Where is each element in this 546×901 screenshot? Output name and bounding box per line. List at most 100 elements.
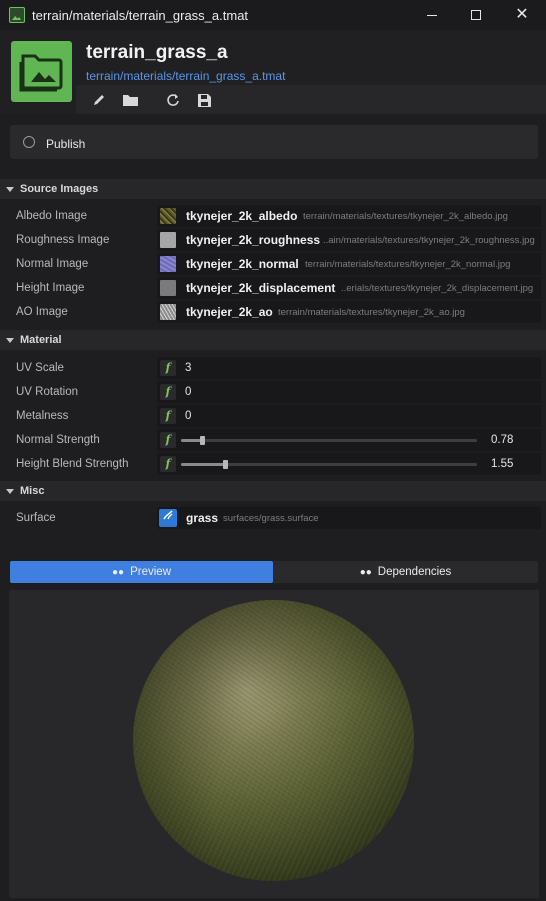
caret-down-icon: [6, 488, 14, 494]
height-blend-field: f 1.55: [157, 453, 541, 475]
prop-label: AO Image: [16, 306, 68, 318]
float-type-badge: f: [160, 360, 176, 376]
texture-path: ..ain/materials/textures/tkynejer_2k_rou…: [323, 235, 535, 246]
caret-down-icon: [6, 337, 14, 343]
section-title: Misc: [20, 485, 45, 497]
texture-thumbnail: [160, 280, 176, 296]
prop-label: UV Rotation: [16, 386, 79, 398]
float-type-badge: f: [160, 384, 176, 400]
texture-path: terrain/materials/textures/tkynejer_2k_n…: [305, 259, 511, 270]
section-source-images[interactable]: Source Images: [0, 179, 546, 199]
roughness-row: Roughness Image tkynejer_2k_roughness ..…: [0, 228, 546, 252]
texture-thumbnail: [160, 232, 176, 248]
texture-name: tkynejer_2k_albedo: [186, 209, 298, 223]
surface-row: Surface grass surfaces/grass.surface: [0, 506, 546, 530]
close-button[interactable]: ✕: [499, 0, 545, 30]
material-preview-viewport[interactable]: [9, 590, 539, 898]
publish-toggle[interactable]: Publish: [10, 125, 538, 159]
reload-icon: [167, 94, 179, 106]
prop-label: Height Image: [16, 282, 85, 294]
close-icon: ✕: [515, 6, 529, 23]
save-button[interactable]: [195, 91, 213, 109]
prop-label: Albedo Image: [16, 210, 87, 222]
minimize-icon: [427, 14, 437, 16]
float-type-badge: f: [160, 456, 176, 472]
number-value: 3: [185, 362, 192, 374]
edit-button[interactable]: [90, 91, 108, 109]
surface-path: surfaces/grass.surface: [223, 513, 319, 524]
prop-label: Roughness Image: [16, 234, 110, 246]
metalness-row: Metalness f 0: [0, 404, 546, 428]
material-preview-sphere: [133, 600, 414, 881]
asset-header: terrain_grass_a terrain/materials/terrai…: [0, 30, 546, 114]
slider-handle[interactable]: [223, 460, 228, 469]
height-row: Height Image tkynejer_2k_displacement ..…: [0, 276, 546, 300]
pencil-icon: [94, 95, 104, 105]
height-texture-field[interactable]: tkynejer_2k_displacement ..erials/textur…: [157, 277, 541, 299]
albedo-texture-field[interactable]: tkynejer_2k_albedo terrain/materials/tex…: [157, 205, 541, 227]
caret-down-icon: [6, 186, 14, 192]
texture-name: tkynejer_2k_displacement: [186, 281, 336, 295]
asset-toolbar: [76, 85, 546, 114]
asset-path-link[interactable]: terrain/materials/terrain_grass_a.tmat: [86, 69, 285, 83]
uv-scale-row: UV Scale f 3: [0, 356, 546, 380]
prop-label: Height Blend Strength: [16, 458, 129, 470]
open-folder-button[interactable]: [121, 91, 139, 109]
section-title: Source Images: [20, 183, 99, 195]
uv-rotation-field[interactable]: f 0: [157, 381, 541, 403]
normal-strength-field: f 0.78: [157, 429, 541, 451]
metalness-field[interactable]: f 0: [157, 405, 541, 427]
prop-label: Normal Image: [16, 258, 89, 270]
publish-radio[interactable]: [23, 136, 35, 148]
maximize-button[interactable]: [453, 0, 499, 30]
ao-texture-field[interactable]: tkynejer_2k_ao terrain/materials/texture…: [157, 301, 541, 323]
surface-icon: [159, 509, 177, 527]
prop-label: Surface: [16, 512, 56, 524]
surface-name: grass: [186, 511, 219, 525]
image-folder-icon: [11, 41, 72, 102]
section-material[interactable]: Material: [0, 330, 546, 350]
height-blend-row: Height Blend Strength f 1.55: [0, 452, 546, 476]
tab-preview[interactable]: ●● Preview: [10, 561, 273, 583]
texture-name: tkynejer_2k_roughness: [186, 233, 321, 247]
tab-label: Preview: [130, 566, 171, 578]
normal-texture-field[interactable]: tkynejer_2k_normal terrain/materials/tex…: [157, 253, 541, 275]
slider-value: 0.78: [491, 434, 514, 446]
height-blend-slider[interactable]: [181, 460, 477, 469]
texture-thumbnail: [160, 256, 176, 272]
texture-thumbnail: [160, 304, 176, 320]
roughness-texture-field[interactable]: tkynejer_2k_roughness ..ain/materials/te…: [157, 229, 541, 251]
title-bar: terrain/materials/terrain_grass_a.tmat ✕: [0, 0, 546, 30]
slider-handle[interactable]: [200, 436, 205, 445]
window-title: terrain/materials/terrain_grass_a.tmat: [32, 7, 249, 23]
normal-strength-row: Normal Strength f 0.78: [0, 428, 546, 452]
minimize-button[interactable]: [409, 0, 455, 30]
number-value: 0: [185, 410, 192, 422]
asset-name: terrain_grass_a: [86, 42, 228, 63]
texture-path: ..erials/textures/tkynejer_2k_displaceme…: [341, 283, 534, 294]
maximize-icon: [471, 10, 481, 20]
tab-dependencies[interactable]: ●● Dependencies: [273, 561, 538, 583]
prop-label: Normal Strength: [16, 434, 100, 446]
normal-row: Normal Image tkynejer_2k_normal terrain/…: [0, 252, 546, 276]
uv-scale-field[interactable]: f 3: [157, 357, 541, 379]
app-image-icon: [9, 7, 25, 23]
section-title: Material: [20, 334, 62, 346]
slider-value: 1.55: [491, 458, 514, 470]
tab-label: Dependencies: [377, 566, 452, 578]
texture-path: terrain/materials/textures/tkynejer_2k_a…: [278, 307, 465, 318]
texture-name: tkynejer_2k_ao: [186, 305, 273, 319]
slider-fill: [181, 463, 225, 466]
texture-path: terrain/materials/textures/tkynejer_2k_a…: [303, 211, 508, 222]
people-icon: ●●: [359, 566, 372, 578]
people-icon: ●●: [112, 566, 125, 578]
surface-field[interactable]: grass surfaces/grass.surface: [157, 507, 541, 529]
save-icon: [197, 93, 211, 107]
section-misc[interactable]: Misc: [0, 481, 546, 501]
ao-row: AO Image tkynejer_2k_ao terrain/material…: [0, 300, 546, 324]
normal-strength-slider[interactable]: [181, 436, 477, 445]
slider-fill: [181, 439, 202, 442]
albedo-row: Albedo Image tkynejer_2k_albedo terrain/…: [0, 204, 546, 228]
reload-button[interactable]: [164, 91, 182, 109]
texture-thumbnail: [160, 208, 176, 224]
